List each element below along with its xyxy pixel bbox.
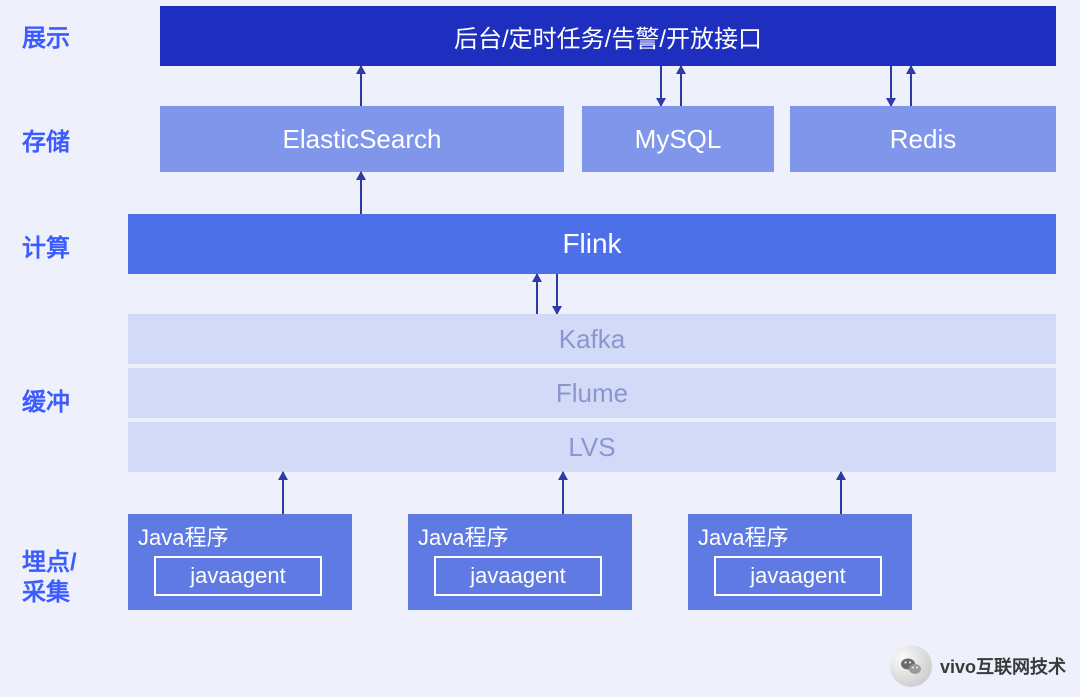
box-mysql: MySQL: [582, 106, 774, 172]
watermark: vivo互联网技术: [890, 645, 1066, 687]
label-compute: 计算: [22, 234, 112, 264]
arrow-es-to-display: [360, 66, 362, 106]
label-display: 展示: [22, 24, 112, 54]
arrow-java2-to-lvs: [562, 472, 564, 514]
arrow-display-to-redis: [890, 66, 892, 106]
arrow-display-to-mysql: [660, 66, 662, 106]
arrow-mysql-to-display: [680, 66, 682, 106]
box-display-tier: 后台/定时任务/告警/开放接口: [160, 6, 1056, 66]
arrow-java3-to-lvs: [840, 472, 842, 514]
java-title-3: Java程序: [698, 520, 788, 552]
box-java-program-2: Java程序 javaagent: [408, 514, 632, 610]
label-storage: 存储: [22, 128, 112, 158]
box-java-program-1: Java程序 javaagent: [128, 514, 352, 610]
arrow-java1-to-lvs: [282, 472, 284, 514]
java-title-1: Java程序: [138, 520, 228, 552]
arrow-redis-to-display: [910, 66, 912, 106]
box-kafka: Kafka: [128, 314, 1056, 364]
box-flink: Flink: [128, 214, 1056, 274]
box-elasticsearch: ElasticSearch: [160, 106, 564, 172]
box-javaagent-3: javaagent: [714, 556, 882, 596]
box-flume: Flume: [128, 368, 1056, 418]
wechat-icon: [890, 645, 932, 687]
label-collect: 埋点/ 采集: [22, 548, 112, 608]
label-buffer: 缓冲: [22, 388, 112, 418]
java-title-2: Java程序: [418, 520, 508, 552]
box-javaagent-2: javaagent: [434, 556, 602, 596]
arrow-flink-to-storage: [360, 172, 362, 214]
architecture-diagram: 展示 存储 计算 缓冲 埋点/ 采集 后台/定时任务/告警/开放接口 Elast…: [0, 0, 1080, 697]
arrow-flink-to-kafka: [556, 274, 558, 314]
box-lvs: LVS: [128, 422, 1056, 472]
arrow-kafka-to-flink: [536, 274, 538, 314]
box-redis: Redis: [790, 106, 1056, 172]
box-javaagent-1: javaagent: [154, 556, 322, 596]
watermark-text: vivo互联网技术: [940, 653, 1066, 679]
box-java-program-3: Java程序 javaagent: [688, 514, 912, 610]
